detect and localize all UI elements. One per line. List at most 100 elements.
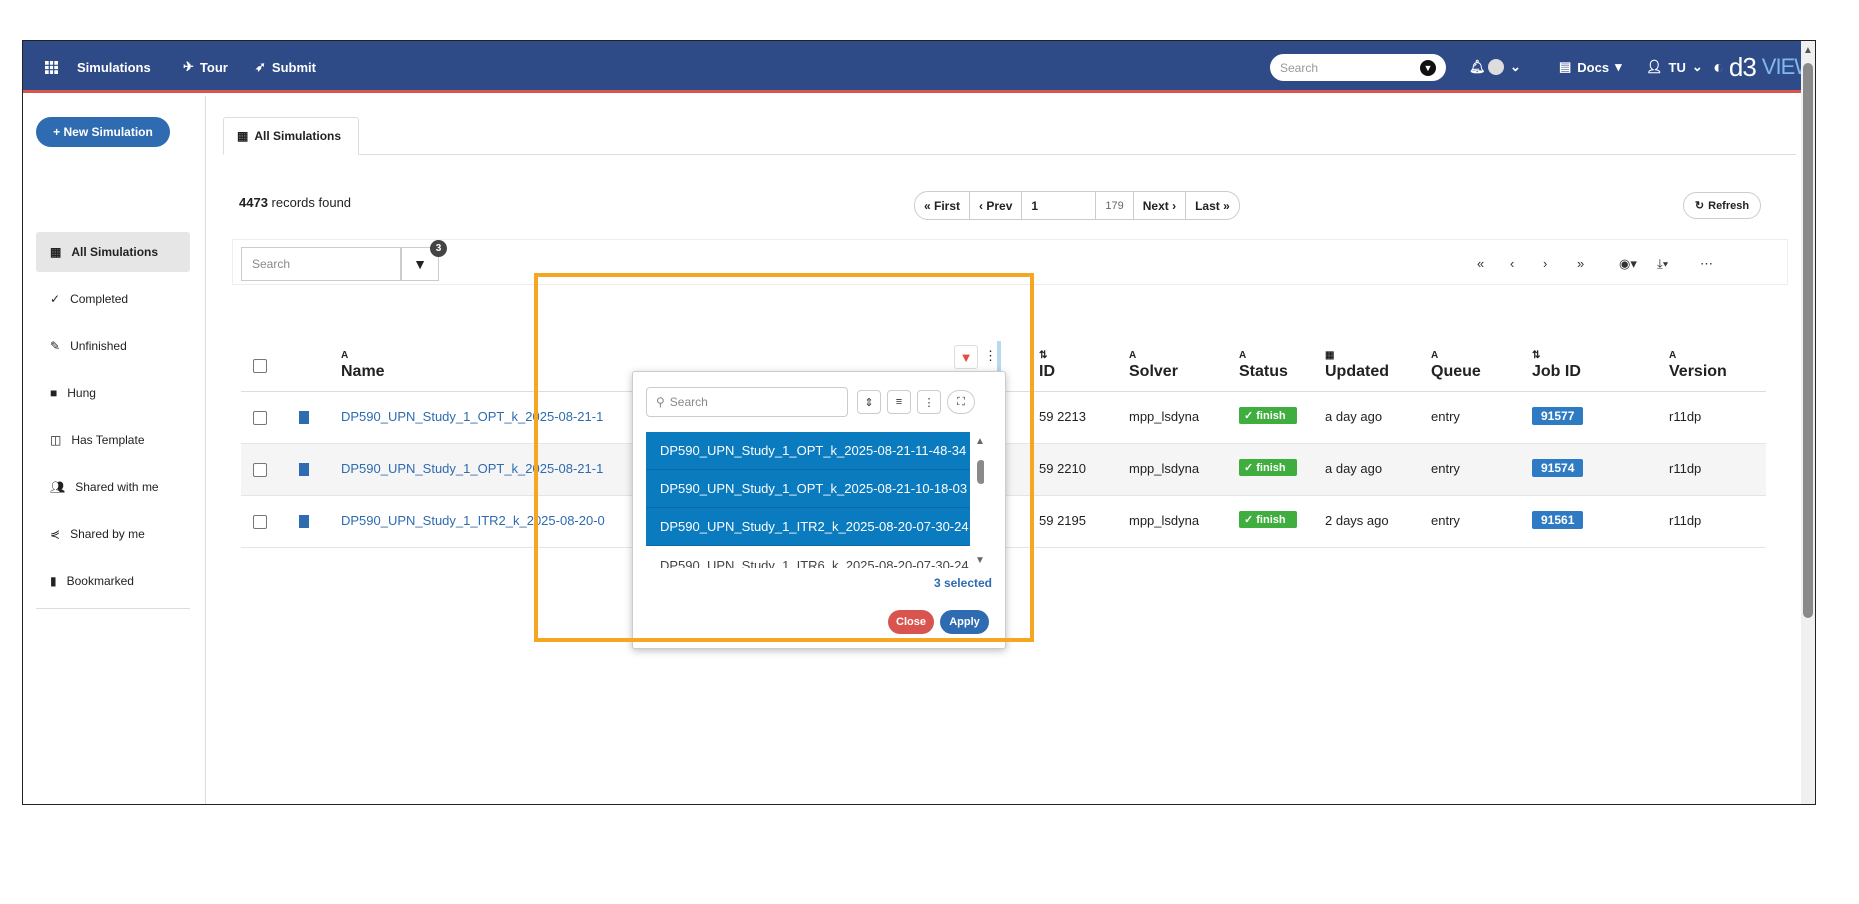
filter-option-selected[interactable]: DP590_UPN_Study_1_ITR2_k_2025-08-20-07-3…: [646, 508, 970, 546]
row-id: 59 2195: [1039, 513, 1086, 528]
sidebar-item-hung[interactable]: ■ Hung: [36, 373, 190, 413]
refresh-button[interactable]: ↻ Refresh: [1683, 192, 1761, 219]
row-updated: 2 days ago: [1325, 513, 1389, 528]
scroll-up-icon[interactable]: ▲: [1803, 45, 1813, 56]
tab-divider: [223, 154, 1796, 155]
tab-all-simulations[interactable]: ▦ All Simulations: [223, 117, 359, 155]
notifications-bell-icon[interactable]: 🔔︎: [1469, 41, 1486, 93]
col-job-id[interactable]: ⇅ Job ID: [1532, 350, 1581, 381]
sidebar-item-completed[interactable]: ✓ Completed: [36, 279, 190, 319]
simulation-name-link[interactable]: DP590_UPN_Study_1_ITR2_k_2025-08-20-0: [341, 513, 605, 528]
apps-grid-icon[interactable]: [45, 41, 58, 93]
sort-icon: ⇅: [1532, 350, 1541, 361]
last-page-icon[interactable]: »: [1577, 256, 1584, 271]
col-version[interactable]: A Version: [1669, 350, 1727, 381]
simulation-name-link[interactable]: DP590_UPN_Study_1_OPT_k_2025-08-21-1: [341, 461, 603, 476]
new-simulation-button[interactable]: + New Simulation: [36, 117, 170, 147]
first-page-icon[interactable]: «: [1477, 256, 1484, 271]
sidebar-divider: [36, 608, 190, 609]
column-menu-icon[interactable]: ⋮: [984, 348, 997, 364]
expand-icon[interactable]: ⛶: [947, 390, 975, 414]
filter-option-selected[interactable]: DP590_UPN_Study_1_OPT_k_2025-08-21-11-48…: [646, 432, 970, 470]
col-updated[interactable]: ▦ Updated: [1325, 350, 1389, 381]
row-version: r11dp: [1669, 513, 1702, 528]
sidebar-item-shared-by-me[interactable]: ⋞ Shared by me: [36, 514, 190, 554]
app-window: Simulations ✈ Tour ➶ Submit Search ▼ 🔔︎ …: [22, 40, 1816, 805]
job-id-badge[interactable]: 91561: [1532, 511, 1584, 529]
grid-search-input[interactable]: Search: [241, 247, 401, 281]
status-toggle[interactable]: ⌄: [1488, 41, 1521, 93]
col-name[interactable]: A Name: [341, 350, 385, 381]
selected-count: 3 selected: [933, 576, 992, 590]
nav-submit[interactable]: ➶ Submit: [255, 41, 316, 93]
table-icon: ▦: [50, 245, 62, 259]
next-icon[interactable]: ›: [1543, 256, 1547, 271]
global-search-input[interactable]: Search ▼: [1270, 54, 1446, 81]
next-page-button[interactable]: Next ›: [1132, 191, 1187, 220]
file-icon: [299, 515, 309, 528]
plane-icon: ✈: [183, 59, 194, 74]
apply-button[interactable]: Apply: [940, 610, 989, 634]
user-menu[interactable]: 👤︎ TU ⌄: [1646, 41, 1703, 93]
sidebar-item-bookmarked[interactable]: ▮ Bookmarked: [36, 561, 190, 601]
row-checkbox[interactable]: [253, 463, 267, 477]
col-status[interactable]: A Status: [1239, 350, 1288, 381]
prev-page-button[interactable]: ‹ Prev: [969, 191, 1023, 220]
sidebar-item-unfinished[interactable]: ✎ Unfinished: [36, 326, 190, 366]
scroll-up-icon[interactable]: ▲: [975, 436, 984, 447]
job-id-badge[interactable]: 91577: [1532, 407, 1584, 425]
scroll-down-icon[interactable]: ▼: [975, 555, 984, 566]
sidebar-item-shared-with-me[interactable]: 👥︎ Shared with me: [36, 467, 190, 507]
filter-option[interactable]: DP590_UPN_Study_1_ITR6_k_2025-08-20-07-3…: [646, 546, 970, 568]
page-number-input[interactable]: 1: [1021, 191, 1097, 220]
row-id: 59 2210: [1039, 461, 1086, 476]
filter-search-input[interactable]: ⚲ Search: [646, 387, 848, 417]
search-icon: ⚲: [656, 395, 665, 409]
filter-list-scrollbar[interactable]: ▲ ▼: [975, 436, 984, 566]
col-queue[interactable]: A Queue: [1431, 350, 1481, 381]
simulation-name-link[interactable]: DP590_UPN_Study_1_OPT_k_2025-08-21-1: [341, 409, 603, 424]
scroll-thumb[interactable]: [977, 460, 984, 484]
row-solver: mpp_lsdyna: [1129, 513, 1200, 528]
page-scrollbar[interactable]: ▲: [1801, 41, 1815, 804]
column-filter-icon[interactable]: ▼: [954, 345, 978, 369]
nav-tour[interactable]: ✈ Tour: [183, 41, 228, 93]
select-all-checkbox[interactable]: [253, 359, 267, 373]
book-icon: ▤: [1559, 59, 1572, 74]
first-page-button[interactable]: « First: [914, 191, 971, 220]
records-count: 4473 records found: [239, 195, 352, 210]
close-button[interactable]: Close: [888, 610, 934, 634]
docs-menu[interactable]: ▤ Docs ▾: [1559, 41, 1622, 93]
file-icon: [299, 411, 309, 424]
sort-icon: A: [341, 350, 349, 361]
last-page-button[interactable]: Last »: [1185, 191, 1240, 220]
options-icon[interactable]: ⋮: [917, 390, 941, 414]
row-updated: a day ago: [1325, 409, 1383, 424]
chevron-down-icon[interactable]: ▼: [1420, 59, 1436, 76]
sort-icon: A: [1431, 350, 1439, 361]
sort-icon: A: [1669, 350, 1677, 361]
select-all-icon[interactable]: ≡: [887, 390, 911, 414]
grid-toolbar: [232, 239, 1788, 285]
scroll-thumb[interactable]: [1803, 63, 1813, 618]
col-solver[interactable]: A Solver: [1129, 350, 1178, 381]
row-checkbox[interactable]: [253, 411, 267, 425]
sidebar-item-all-simulations[interactable]: ▦ All Simulations: [36, 232, 190, 272]
sort-icon: A: [1129, 350, 1137, 361]
row-checkbox[interactable]: [253, 515, 267, 529]
nav-simulations[interactable]: Simulations: [77, 41, 151, 93]
prev-icon[interactable]: ‹: [1510, 256, 1514, 271]
row-queue: entry: [1431, 409, 1460, 424]
row-updated: a day ago: [1325, 461, 1383, 476]
filter-option-selected[interactable]: DP590_UPN_Study_1_OPT_k_2025-08-21-10-18…: [646, 470, 970, 508]
visibility-icon[interactable]: ◉▾: [1619, 256, 1637, 272]
row-solver: mpp_lsdyna: [1129, 461, 1200, 476]
col-id[interactable]: ⇅ ID: [1039, 350, 1055, 381]
download-icon[interactable]: ⤓▾: [1657, 256, 1668, 272]
more-icon[interactable]: ⋯: [1700, 256, 1713, 272]
sort-toggle-icon[interactable]: ⇕: [857, 390, 881, 414]
job-id-badge[interactable]: 91574: [1532, 459, 1584, 477]
row-status: ✓ finish: [1239, 407, 1297, 427]
sort-icon: A: [1239, 350, 1247, 361]
sidebar-item-has-template[interactable]: ◫ Has Template: [36, 420, 190, 460]
